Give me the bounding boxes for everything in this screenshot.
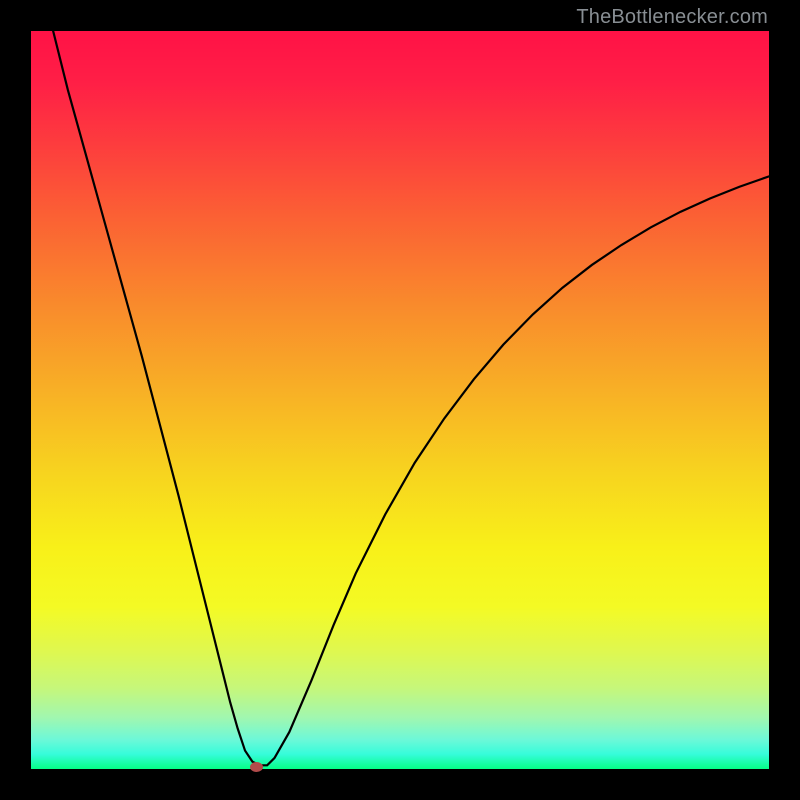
- bottleneck-curve: [31, 31, 769, 769]
- optimal-point-marker: [250, 762, 263, 772]
- plot-area: [31, 31, 769, 769]
- chart-stage: TheBottlenecker.com: [0, 0, 800, 800]
- credit-text: TheBottlenecker.com: [576, 6, 768, 29]
